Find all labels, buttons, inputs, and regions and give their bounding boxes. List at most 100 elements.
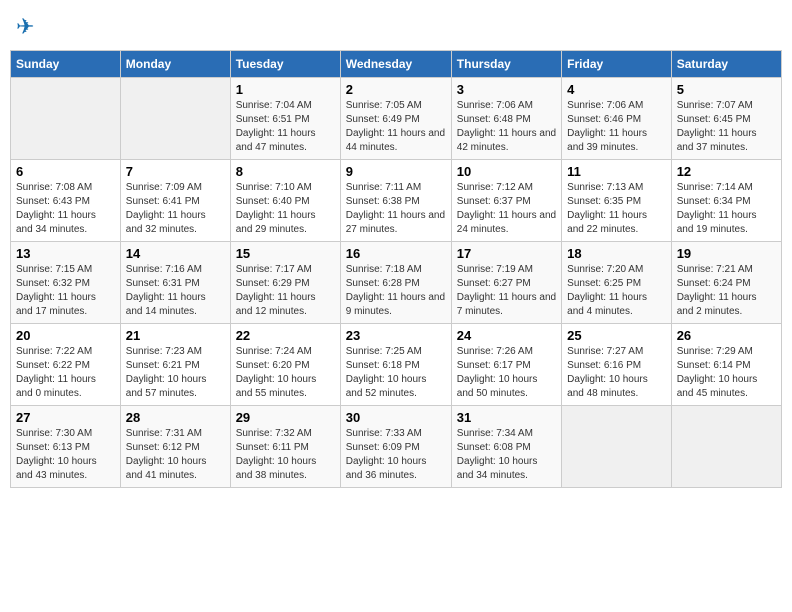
day-number: 14 [126, 246, 225, 261]
day-info: Sunrise: 7:22 AMSunset: 6:22 PMDaylight:… [16, 345, 115, 401]
day-number: 18 [567, 246, 666, 261]
calendar-week-row: 6 Sunrise: 7:08 AMSunset: 6:43 PMDaylight… [11, 160, 782, 242]
day-info: Sunrise: 7:06 AMSunset: 6:48 PMDaylight:… [457, 99, 556, 155]
calendar-cell: 14 Sunrise: 7:16 AMSunset: 6:31 PMDayligh… [120, 242, 230, 324]
day-info: Sunrise: 7:33 AMSunset: 6:09 PMDaylight:… [346, 427, 446, 483]
calendar-cell: 15 Sunrise: 7:17 AMSunset: 6:29 PMDayligh… [230, 242, 340, 324]
calendar-cell: 2 Sunrise: 7:05 AMSunset: 6:49 PMDaylight… [340, 78, 451, 160]
day-number: 28 [126, 410, 225, 425]
weekday-header-saturday: Saturday [671, 51, 781, 78]
calendar-cell: 28 Sunrise: 7:31 AMSunset: 6:12 PMDayligh… [120, 406, 230, 488]
day-info: Sunrise: 7:29 AMSunset: 6:14 PMDaylight:… [677, 345, 776, 401]
day-number: 1 [236, 82, 335, 97]
day-number: 4 [567, 82, 666, 97]
calendar-cell: 10 Sunrise: 7:12 AMSunset: 6:37 PMDayligh… [451, 160, 561, 242]
day-number: 3 [457, 82, 556, 97]
calendar-cell: 20 Sunrise: 7:22 AMSunset: 6:22 PMDayligh… [11, 324, 121, 406]
weekday-header-thursday: Thursday [451, 51, 561, 78]
day-info: Sunrise: 7:21 AMSunset: 6:24 PMDaylight:… [677, 263, 776, 319]
day-number: 24 [457, 328, 556, 343]
day-number: 6 [16, 164, 115, 179]
day-info: Sunrise: 7:10 AMSunset: 6:40 PMDaylight:… [236, 181, 335, 237]
day-info: Sunrise: 7:17 AMSunset: 6:29 PMDaylight:… [236, 263, 335, 319]
calendar-cell: 31Sunrise: 7:34 AMSunset: 6:08 PMDayligh… [451, 406, 561, 488]
calendar-cell: 7 Sunrise: 7:09 AMSunset: 6:41 PMDaylight… [120, 160, 230, 242]
day-number: 15 [236, 246, 335, 261]
day-number: 7 [126, 164, 225, 179]
day-number: 12 [677, 164, 776, 179]
day-number: 10 [457, 164, 556, 179]
day-info: Sunrise: 7:13 AMSunset: 6:35 PMDaylight:… [567, 181, 666, 237]
day-info: Sunrise: 7:25 AMSunset: 6:18 PMDaylight:… [346, 345, 446, 401]
day-info: Sunrise: 7:19 AMSunset: 6:27 PMDaylight:… [457, 263, 556, 319]
logo-bird-icon: ✈ [16, 14, 34, 39]
calendar-cell: 25 Sunrise: 7:27 AMSunset: 6:16 PMDayligh… [562, 324, 672, 406]
day-info: Sunrise: 7:15 AMSunset: 6:32 PMDaylight:… [16, 263, 115, 319]
day-number: 30 [346, 410, 446, 425]
day-number: 17 [457, 246, 556, 261]
day-number: 13 [16, 246, 115, 261]
calendar-cell: 24Sunrise: 7:26 AMSunset: 6:17 PMDayligh… [451, 324, 561, 406]
day-info: Sunrise: 7:09 AMSunset: 6:41 PMDaylight:… [126, 181, 225, 237]
day-info: Sunrise: 7:31 AMSunset: 6:12 PMDaylight:… [126, 427, 225, 483]
day-info: Sunrise: 7:30 AMSunset: 6:13 PMDaylight:… [16, 427, 115, 483]
calendar-cell: 4 Sunrise: 7:06 AMSunset: 6:46 PMDaylight… [562, 78, 672, 160]
calendar-cell [120, 78, 230, 160]
day-info: Sunrise: 7:34 AMSunset: 6:08 PMDaylight:… [457, 427, 556, 483]
day-info: Sunrise: 7:32 AMSunset: 6:11 PMDaylight:… [236, 427, 335, 483]
calendar-week-row: 13 Sunrise: 7:15 AMSunset: 6:32 PMDayligh… [11, 242, 782, 324]
calendar-week-row: 20 Sunrise: 7:22 AMSunset: 6:22 PMDayligh… [11, 324, 782, 406]
logo: ✈ [16, 14, 34, 40]
day-info: Sunrise: 7:20 AMSunset: 6:25 PMDaylight:… [567, 263, 666, 319]
calendar-cell: 18 Sunrise: 7:20 AMSunset: 6:25 PMDayligh… [562, 242, 672, 324]
day-number: 11 [567, 164, 666, 179]
calendar-table: SundayMondayTuesdayWednesdayThursdayFrid… [10, 50, 782, 488]
calendar-cell: 6 Sunrise: 7:08 AMSunset: 6:43 PMDaylight… [11, 160, 121, 242]
day-number: 19 [677, 246, 776, 261]
day-number: 20 [16, 328, 115, 343]
day-number: 5 [677, 82, 776, 97]
day-info: Sunrise: 7:16 AMSunset: 6:31 PMDaylight:… [126, 263, 225, 319]
calendar-cell: 29 Sunrise: 7:32 AMSunset: 6:11 PMDayligh… [230, 406, 340, 488]
calendar-cell: 27 Sunrise: 7:30 AMSunset: 6:13 PMDayligh… [11, 406, 121, 488]
day-info: Sunrise: 7:05 AMSunset: 6:49 PMDaylight:… [346, 99, 446, 155]
day-info: Sunrise: 7:04 AMSunset: 6:51 PMDaylight:… [236, 99, 335, 155]
calendar-cell [562, 406, 672, 488]
day-info: Sunrise: 7:12 AMSunset: 6:37 PMDaylight:… [457, 181, 556, 237]
day-number: 25 [567, 328, 666, 343]
day-number: 29 [236, 410, 335, 425]
calendar-cell: 16 Sunrise: 7:18 AMSunset: 6:28 PMDayligh… [340, 242, 451, 324]
calendar-cell: 8 Sunrise: 7:10 AMSunset: 6:40 PMDaylight… [230, 160, 340, 242]
calendar-cell [11, 78, 121, 160]
calendar-cell: 11 Sunrise: 7:13 AMSunset: 6:35 PMDayligh… [562, 160, 672, 242]
day-number: 8 [236, 164, 335, 179]
calendar-cell: 1 Sunrise: 7:04 AMSunset: 6:51 PMDaylight… [230, 78, 340, 160]
day-info: Sunrise: 7:27 AMSunset: 6:16 PMDaylight:… [567, 345, 666, 401]
day-info: Sunrise: 7:18 AMSunset: 6:28 PMDaylight:… [346, 263, 446, 319]
calendar-cell: 26 Sunrise: 7:29 AMSunset: 6:14 PMDayligh… [671, 324, 781, 406]
calendar-cell: 3 Sunrise: 7:06 AMSunset: 6:48 PMDaylight… [451, 78, 561, 160]
page-header: ✈ [10, 10, 782, 44]
day-number: 26 [677, 328, 776, 343]
day-number: 2 [346, 82, 446, 97]
calendar-cell: 9Sunrise: 7:11 AMSunset: 6:38 PMDaylight… [340, 160, 451, 242]
day-number: 22 [236, 328, 335, 343]
weekday-header-friday: Friday [562, 51, 672, 78]
day-info: Sunrise: 7:14 AMSunset: 6:34 PMDaylight:… [677, 181, 776, 237]
day-info: Sunrise: 7:07 AMSunset: 6:45 PMDaylight:… [677, 99, 776, 155]
calendar-cell: 30 Sunrise: 7:33 AMSunset: 6:09 PMDayligh… [340, 406, 451, 488]
day-info: Sunrise: 7:06 AMSunset: 6:46 PMDaylight:… [567, 99, 666, 155]
day-info: Sunrise: 7:08 AMSunset: 6:43 PMDaylight:… [16, 181, 115, 237]
calendar-cell: 21Sunrise: 7:23 AMSunset: 6:21 PMDayligh… [120, 324, 230, 406]
day-number: 23 [346, 328, 446, 343]
weekday-header-row: SundayMondayTuesdayWednesdayThursdayFrid… [11, 51, 782, 78]
day-number: 16 [346, 246, 446, 261]
day-number: 21 [126, 328, 225, 343]
calendar-cell: 17 Sunrise: 7:19 AMSunset: 6:27 PMDayligh… [451, 242, 561, 324]
weekday-header-sunday: Sunday [11, 51, 121, 78]
calendar-cell: 13 Sunrise: 7:15 AMSunset: 6:32 PMDayligh… [11, 242, 121, 324]
day-number: 27 [16, 410, 115, 425]
weekday-header-wednesday: Wednesday [340, 51, 451, 78]
calendar-cell: 22Sunrise: 7:24 AMSunset: 6:20 PMDayligh… [230, 324, 340, 406]
calendar-cell: 19 Sunrise: 7:21 AMSunset: 6:24 PMDayligh… [671, 242, 781, 324]
